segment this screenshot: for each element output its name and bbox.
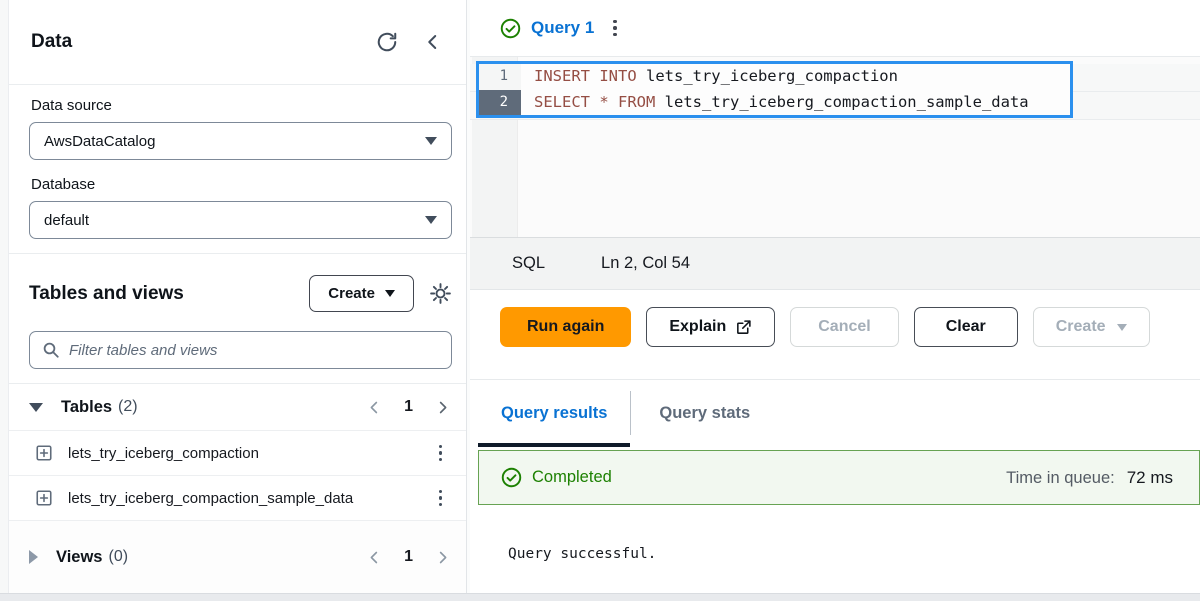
search-icon bbox=[42, 341, 60, 359]
query-tab-menu-icon[interactable] bbox=[607, 16, 623, 41]
clear-button[interactable]: Clear bbox=[914, 307, 1018, 347]
kebab-menu-icon[interactable] bbox=[433, 441, 449, 466]
refresh-icon[interactable] bbox=[376, 31, 398, 53]
data-panel-body: Data source AwsDataCatalog Database defa… bbox=[9, 85, 466, 593]
create-dropdown-label: Create bbox=[1056, 318, 1106, 336]
views-page-number: 1 bbox=[404, 548, 413, 566]
data-panel: Data Data source AwsDataCatalog Database… bbox=[8, 0, 467, 593]
line-number-active: 2 bbox=[479, 90, 521, 116]
tab-query-stats[interactable]: Query stats bbox=[631, 380, 778, 447]
views-pagination: 1 bbox=[367, 548, 450, 566]
left-rail bbox=[0, 0, 8, 593]
plus-square-icon[interactable] bbox=[35, 489, 53, 507]
queue-time: Time in queue: 72 ms bbox=[1006, 468, 1173, 488]
sql-identifier: lets_try_iceberg_compaction_sample_data bbox=[655, 93, 1028, 111]
create-button[interactable]: Create bbox=[309, 275, 414, 312]
tables-count: (2) bbox=[118, 398, 138, 416]
chevron-down-icon[interactable] bbox=[29, 403, 43, 412]
sql-editor[interactable]: 1 INSERT INTO lets_try_iceberg_compactio… bbox=[470, 57, 1200, 237]
views-section-header[interactable]: Views (0) 1 bbox=[9, 520, 466, 593]
bottom-strip bbox=[0, 593, 1200, 601]
editor-status-bar: SQL Ln 2, Col 54 bbox=[470, 237, 1200, 290]
database-select[interactable]: default bbox=[29, 201, 452, 239]
tables-pagination: 1 bbox=[367, 398, 450, 416]
tables-section-label: Tables bbox=[61, 398, 112, 417]
database-label: Database bbox=[31, 176, 452, 193]
data-source-label: Data source bbox=[31, 97, 452, 114]
explain-button[interactable]: Explain bbox=[646, 307, 775, 347]
filter-tables-input-wrap bbox=[29, 331, 452, 369]
sql-keyword: INSERT INTO bbox=[534, 67, 637, 85]
page-next-icon[interactable] bbox=[435, 400, 450, 415]
editor-language: SQL bbox=[512, 254, 545, 273]
create-dropdown-button[interactable]: Create bbox=[1033, 307, 1150, 347]
explain-button-label: Explain bbox=[669, 318, 726, 336]
collapse-panel-icon[interactable] bbox=[424, 33, 442, 51]
tab-query-results[interactable]: Query results bbox=[478, 380, 630, 447]
page-next-icon[interactable] bbox=[435, 550, 450, 565]
data-source-select[interactable]: AwsDataCatalog bbox=[29, 122, 452, 160]
caret-down-icon bbox=[385, 290, 395, 297]
line-number: 1 bbox=[479, 64, 521, 90]
filter-tables-input[interactable] bbox=[69, 342, 439, 359]
table-row[interactable]: lets_try_iceberg_compaction_sample_data bbox=[9, 475, 466, 520]
database-value: default bbox=[44, 212, 89, 229]
query-actions: Run again Explain Cancel Clear Create bbox=[470, 290, 1200, 380]
table-name: lets_try_iceberg_compaction_sample_data bbox=[68, 490, 353, 507]
cursor-position: Ln 2, Col 54 bbox=[601, 254, 690, 273]
check-circle-icon bbox=[501, 467, 522, 488]
sql-keyword: SELECT * FROM bbox=[534, 93, 655, 111]
gear-icon[interactable] bbox=[429, 282, 452, 305]
divider bbox=[9, 253, 466, 254]
tables-views-heading: Tables and views bbox=[29, 283, 184, 305]
query-tab-bar: Query 1 bbox=[470, 0, 1200, 57]
caret-down-icon bbox=[425, 216, 437, 224]
caret-down-icon bbox=[425, 137, 437, 145]
query-result-message: Query successful. bbox=[508, 546, 1200, 562]
code-text: INSERT INTO lets_try_iceberg_compaction bbox=[521, 64, 898, 90]
results-tabs: Query results Query stats bbox=[470, 380, 1200, 447]
tables-section-header[interactable]: Tables (2) 1 bbox=[9, 383, 466, 430]
plus-square-icon[interactable] bbox=[35, 444, 53, 462]
status-label: Completed bbox=[532, 468, 612, 487]
views-count: (0) bbox=[108, 548, 128, 566]
views-section-label: Views bbox=[56, 548, 102, 567]
code-line: 2 SELECT * FROM lets_try_iceberg_compact… bbox=[479, 90, 1070, 116]
tables-views-header: Tables and views Create bbox=[29, 275, 452, 312]
panel-header-icons bbox=[376, 31, 442, 53]
check-circle-icon bbox=[500, 18, 521, 39]
chevron-right-icon[interactable] bbox=[29, 550, 38, 564]
code-text: SELECT * FROM lets_try_iceberg_compactio… bbox=[521, 90, 1029, 116]
cancel-button[interactable]: Cancel bbox=[790, 307, 898, 347]
panel-title: Data bbox=[31, 31, 72, 53]
page-prev-icon[interactable] bbox=[367, 400, 382, 415]
query-tab[interactable]: Query 1 bbox=[531, 18, 594, 38]
sql-identifier: lets_try_iceberg_compaction bbox=[637, 67, 898, 85]
queue-time-value: 72 ms bbox=[1127, 468, 1173, 488]
external-link-icon bbox=[735, 319, 752, 336]
queue-time-label: Time in queue: bbox=[1006, 469, 1115, 488]
kebab-menu-icon[interactable] bbox=[433, 486, 449, 511]
query-status-banner: Completed Time in queue: 72 ms bbox=[478, 450, 1200, 505]
caret-down-icon bbox=[1117, 324, 1127, 331]
editor-selection-box: 1 INSERT INTO lets_try_iceberg_compactio… bbox=[476, 61, 1073, 118]
table-row[interactable]: lets_try_iceberg_compaction bbox=[9, 430, 466, 475]
page-prev-icon[interactable] bbox=[367, 550, 382, 565]
run-again-button[interactable]: Run again bbox=[500, 307, 631, 347]
create-button-label: Create bbox=[328, 285, 375, 302]
table-name: lets_try_iceberg_compaction bbox=[68, 445, 259, 462]
data-panel-header: Data bbox=[9, 0, 466, 85]
code-line: 1 INSERT INTO lets_try_iceberg_compactio… bbox=[479, 64, 1070, 90]
query-editor-panel: Query 1 1 INSERT INTO lets_try_iceberg_c… bbox=[470, 0, 1200, 593]
tables-page-number: 1 bbox=[404, 398, 413, 416]
data-source-value: AwsDataCatalog bbox=[44, 133, 155, 150]
